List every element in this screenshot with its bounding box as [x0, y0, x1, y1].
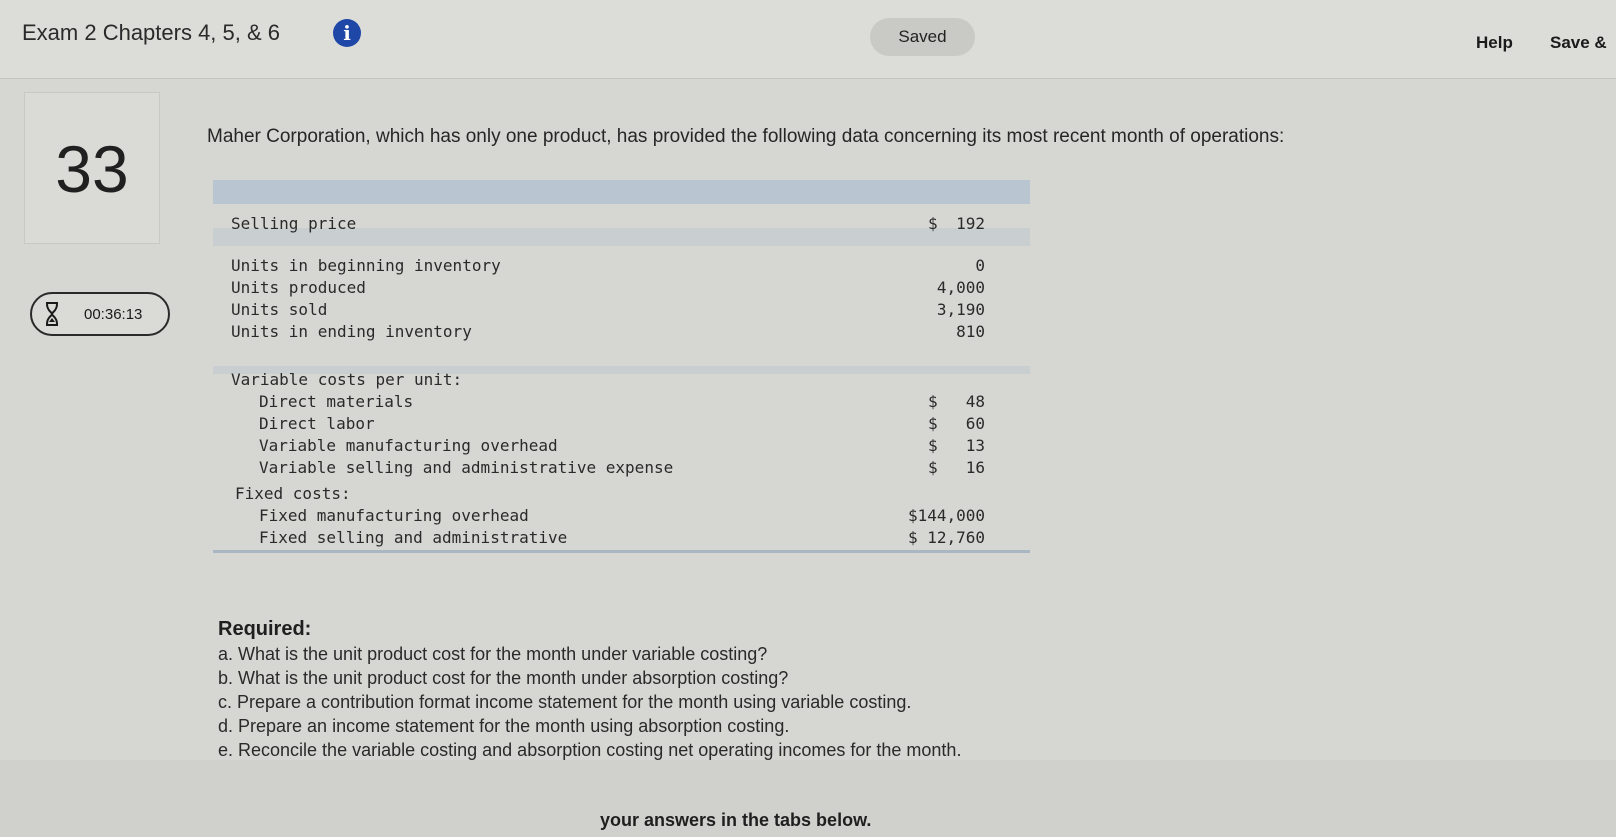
row-value: 48 — [965, 392, 985, 411]
table-row: Direct materials $ 48 — [213, 392, 1030, 414]
row-currency: $ — [928, 414, 938, 433]
exam-title: Exam 2 Chapters 4, 5, & 6 — [22, 20, 281, 45]
table-row: Variable selling and administrative expe… — [213, 458, 1030, 480]
table-row: Fixed manufacturing overhead $144,000 — [213, 506, 1030, 528]
row-value: 810 — [956, 322, 985, 341]
row-label: Units sold — [231, 300, 328, 319]
table-row: Variable costs per unit: — [213, 370, 1030, 392]
table-row: Variable manufacturing overhead $ 13 — [213, 436, 1030, 458]
section-header: Variable costs per unit: — [231, 370, 463, 389]
top-bar: Exam 2 Chapters 4, 5, & 6 i Saved Help S… — [0, 0, 1616, 79]
row-label: Direct materials — [259, 392, 414, 411]
row-value: 60 — [965, 414, 985, 433]
row-currency: $ — [928, 436, 938, 455]
row-currency: $ — [928, 392, 938, 411]
question-prompt: Maher Corporation, which has only one pr… — [207, 126, 1285, 147]
row-label: Units in ending inventory — [231, 322, 472, 341]
row-value: 192 — [956, 214, 985, 233]
info-icon[interactable]: i — [333, 19, 361, 47]
row-currency: $ — [928, 214, 938, 233]
list-item: c. Prepare a contribution format income … — [218, 692, 912, 712]
list-item: d. Prepare an income statement for the m… — [218, 716, 790, 736]
row-value: 13 — [965, 436, 985, 455]
row-label: Variable manufacturing overhead — [259, 436, 558, 455]
tabs-instruction: your answers in the tabs below. — [600, 810, 872, 830]
row-label: Units produced — [231, 278, 366, 297]
data-table: Selling price $ 192 Units in beginning i… — [213, 180, 1030, 555]
list-item: b. What is the unit product cost for the… — [218, 668, 789, 688]
row-value: 3,190 — [936, 300, 985, 319]
section-header: Fixed costs: — [235, 484, 351, 503]
table-row: Selling price $ 192 — [213, 214, 1030, 236]
table-divider — [213, 550, 1030, 553]
table-row: Units sold 3,190 — [213, 300, 1030, 322]
row-currency: $ — [928, 458, 938, 477]
hourglass-icon — [46, 302, 58, 326]
timer-value: 00:36:13 — [84, 306, 143, 323]
row-value: 4,000 — [936, 278, 985, 297]
row-label: Fixed manufacturing overhead — [259, 506, 529, 525]
table-row: Fixed selling and administrative $ 12,76… — [213, 528, 1030, 550]
table-row: Units in ending inventory 810 — [213, 322, 1030, 344]
row-value: $ 12,760 — [907, 528, 985, 547]
row-value: 16 — [965, 458, 985, 477]
row-label: Fixed selling and administrative — [259, 528, 568, 547]
table-header-band — [213, 180, 1030, 204]
question-number: 33 — [55, 132, 129, 206]
timer[interactable]: 00:36:13 — [30, 292, 170, 336]
row-label: Variable selling and administrative expe… — [259, 458, 674, 477]
table-row: Fixed costs: — [213, 484, 1030, 506]
row-value: $144,000 — [907, 506, 985, 525]
save-and-exit-button[interactable]: Save & — [1550, 33, 1616, 53]
help-button[interactable]: Help — [1476, 33, 1513, 53]
required-heading: Required: — [218, 618, 312, 640]
required-list: a. What is the unit product cost for the… — [218, 642, 961, 762]
list-item: e. Reconcile the variable costing and ab… — [218, 740, 962, 760]
row-label: Units in beginning inventory — [231, 256, 501, 275]
question-number-card: 33 — [24, 92, 160, 244]
table-row: Units produced 4,000 — [213, 278, 1030, 300]
table-row: Direct labor $ 60 — [213, 414, 1030, 436]
table-row: Units in beginning inventory 0 — [213, 256, 1030, 278]
row-label: Direct labor — [259, 414, 375, 433]
saved-status-badge: Saved — [870, 18, 975, 56]
row-label: Selling price — [231, 214, 357, 233]
row-value: 0 — [975, 256, 985, 275]
list-item: a. What is the unit product cost for the… — [218, 644, 768, 664]
